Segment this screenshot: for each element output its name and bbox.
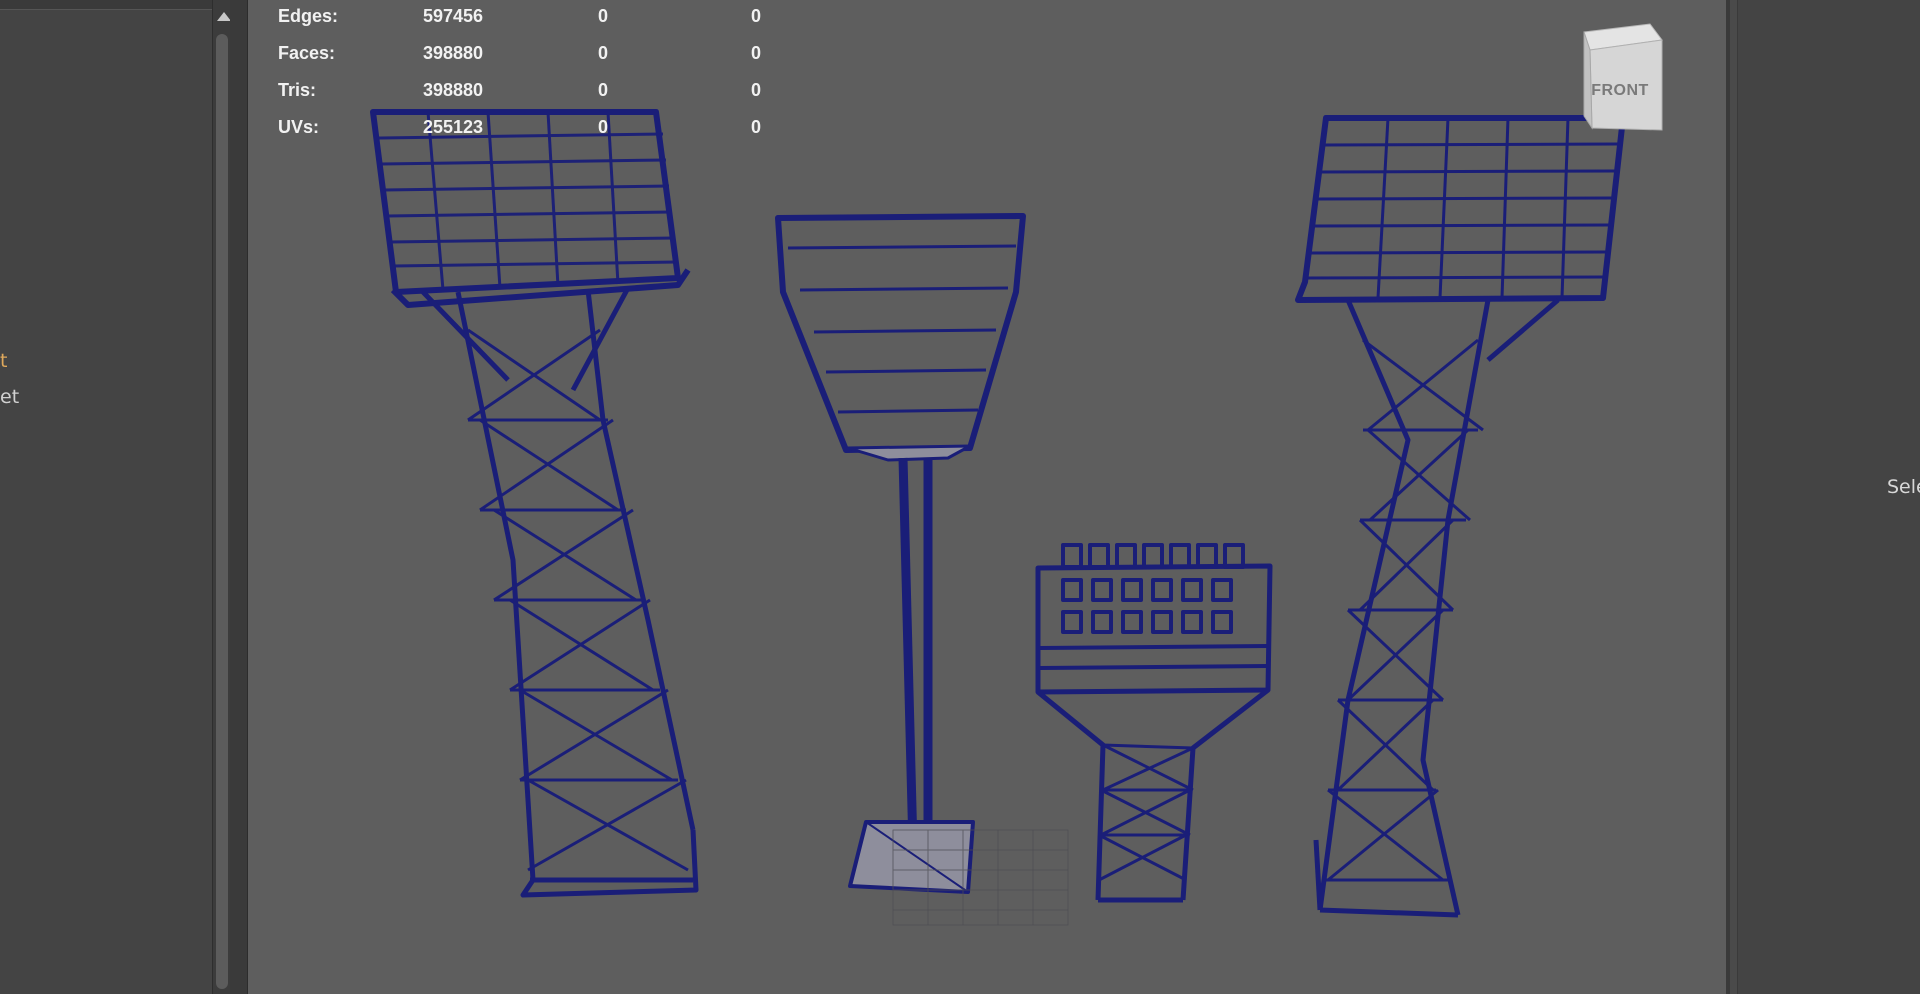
view-cube-label[interactable]: FRONT xyxy=(1570,82,1670,100)
wireframe-mesh-right-tower xyxy=(1295,115,1626,918)
hud-label: Tris: xyxy=(278,80,317,100)
wireframe-mesh-small-tower xyxy=(1035,543,1273,903)
hud-value: 0 xyxy=(751,80,762,100)
3d-viewport[interactable]: Edges: 597456 0 0 Faces: 398880 0 0 Tris… xyxy=(248,0,1728,994)
attribute-panel: Sele xyxy=(1730,0,1920,994)
selection-label: Sele xyxy=(1887,476,1920,498)
hud-value: 597456 xyxy=(423,6,484,26)
scrollbar-thumb[interactable] xyxy=(216,34,228,989)
view-cube[interactable]: FRONT xyxy=(1570,20,1670,132)
hud-value: 0 xyxy=(598,117,609,137)
hud-value: 0 xyxy=(751,43,762,63)
panel-edge[interactable] xyxy=(1730,0,1738,994)
wireframe-mesh-center-pole xyxy=(775,213,1069,926)
wireframe-scene[interactable] xyxy=(248,0,1728,994)
hud-label: UVs: xyxy=(278,117,320,137)
hud-value: 0 xyxy=(751,117,762,137)
hud-value: 398880 xyxy=(423,43,484,63)
hud-value: 0 xyxy=(751,6,762,26)
outliner-panel: t et xyxy=(0,0,212,994)
outliner-scrollbar[interactable] xyxy=(212,0,231,994)
outliner-header xyxy=(0,0,212,10)
panel-divider[interactable] xyxy=(230,0,248,994)
hud-value: 0 xyxy=(598,6,609,26)
view-cube-icon[interactable] xyxy=(1570,20,1670,132)
hud-value: 0 xyxy=(598,80,609,100)
wireframe-mesh-left-tower xyxy=(370,109,699,898)
hud-label: Edges: xyxy=(278,6,339,26)
hud-value: 255123 xyxy=(423,117,484,137)
outliner-item[interactable]: et xyxy=(0,386,19,408)
hud-value: 0 xyxy=(598,43,609,63)
hud-label: Faces: xyxy=(278,43,336,63)
outliner-item[interactable]: t xyxy=(0,350,7,372)
hud-value: 398880 xyxy=(423,80,484,100)
scroll-up-arrow-icon[interactable] xyxy=(217,12,231,21)
